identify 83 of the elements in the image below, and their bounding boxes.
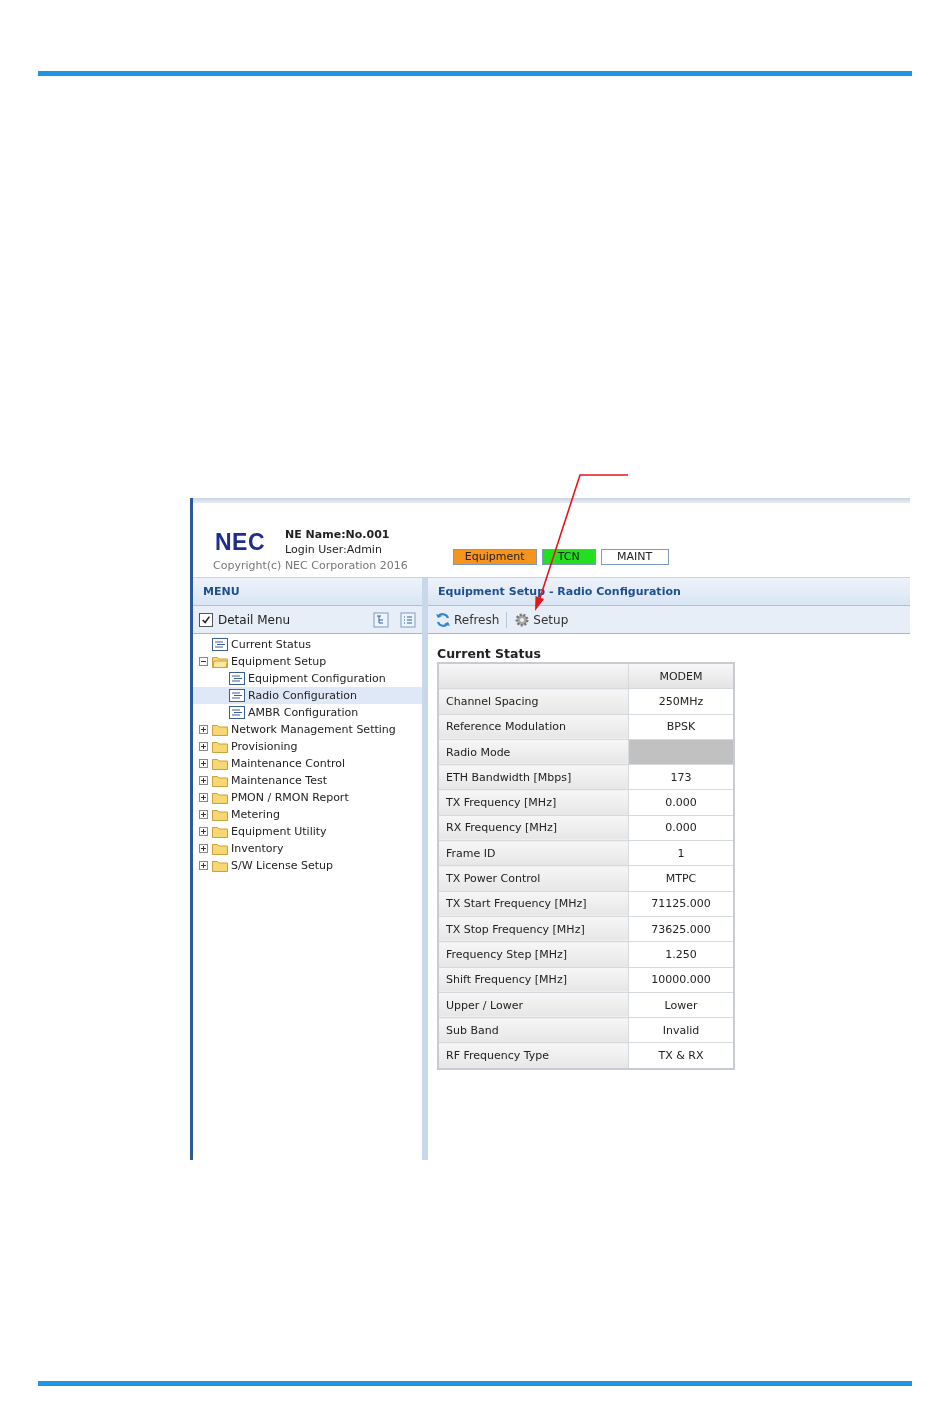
status-badge[interactable]: MAINT — [600, 549, 669, 565]
section-title: Current Status — [437, 646, 542, 661]
copyright: Copyright(c) NEC Corporation 2016 — [213, 559, 408, 572]
table-cell: 0.000 — [628, 815, 734, 841]
row-label: RX Frequency [MHz] — [438, 815, 629, 841]
expand-icon[interactable] — [199, 742, 208, 751]
tree-item[interactable]: AMBR Configuration — [193, 704, 422, 721]
tree-item[interactable]: Radio Configuration — [193, 687, 422, 704]
folder-icon — [212, 774, 228, 787]
folder-icon — [212, 825, 228, 838]
detail-menu-label: Detail Menu — [218, 612, 291, 627]
login-user: Login User:Admin — [285, 542, 383, 557]
row-label: TX Frequency [MHz] — [438, 790, 629, 816]
tree-item[interactable]: Metering — [193, 806, 422, 823]
table-cell: 1.250 — [628, 941, 734, 968]
tree-item[interactable]: Equipment Configuration — [193, 670, 422, 687]
document-icon — [229, 706, 245, 719]
expand-icon[interactable] — [199, 810, 208, 819]
table-cell: 250MHz — [628, 688, 734, 715]
folder-icon — [212, 740, 228, 753]
tree-item[interactable]: Provisioning — [193, 738, 422, 755]
expand-icon[interactable] — [199, 759, 208, 768]
table-cell: 73625.000 — [628, 916, 734, 942]
row-label: TX Stop Frequency [MHz] — [438, 916, 629, 942]
gear-icon — [514, 611, 531, 628]
tree-item[interactable]: Maintenance Control — [193, 755, 422, 772]
table-cell: MTPC — [628, 865, 734, 892]
row-label: TX Power Control — [438, 865, 629, 892]
column-header: MODEM — [628, 663, 734, 689]
tree-item[interactable]: S/W License Setup — [193, 857, 422, 874]
row-label: Frequency Step [MHz] — [438, 941, 629, 968]
menu-header: MENU — [193, 578, 422, 606]
collapse-icon[interactable] — [199, 657, 208, 666]
setup-button[interactable]: Setup — [512, 611, 571, 628]
expand-icon[interactable] — [199, 725, 208, 734]
document-icon — [229, 689, 245, 702]
refresh-icon — [435, 611, 451, 628]
tree-item[interactable]: Current Status — [193, 636, 422, 653]
ne-name: NE Name:No.001 — [285, 527, 390, 542]
expand-icon[interactable] — [199, 861, 208, 870]
row-label: TX Start Frequency [MHz] — [438, 891, 629, 917]
expand-icon[interactable] — [199, 827, 208, 836]
tree-item[interactable]: Inventory — [193, 840, 422, 857]
tree-item[interactable]: Maintenance Test — [193, 772, 422, 789]
status-badge[interactable]: TCN — [541, 549, 596, 565]
folder-icon — [212, 655, 228, 668]
table-cell: 0.000 — [628, 790, 734, 816]
table-cell: TX & RX — [628, 1042, 734, 1069]
row-label: Reference Modulation — [438, 714, 629, 740]
tree-item[interactable]: PMON / RMON Report — [193, 789, 422, 806]
tree-item[interactable]: Equipment Utility — [193, 823, 422, 840]
expand-icon[interactable] — [199, 844, 208, 853]
folder-icon — [212, 842, 228, 855]
document-icon — [212, 638, 228, 651]
row-label: Channel Spacing — [438, 688, 629, 715]
table-cell: 1 — [628, 840, 734, 866]
table-cell: 10000.000 — [628, 967, 734, 993]
table-cell: Invalid — [628, 1017, 734, 1043]
row-label: RF Frequency Type — [438, 1042, 629, 1069]
row-label: Sub Band — [438, 1017, 629, 1043]
folder-icon — [212, 757, 228, 770]
folder-icon — [212, 859, 228, 872]
logo: NEC — [215, 528, 266, 556]
row-label: Radio Mode — [438, 739, 629, 765]
table-cell: BPSK — [628, 714, 734, 740]
table-cell: 71125.000 — [628, 891, 734, 917]
refresh-button[interactable]: Refresh — [433, 611, 502, 628]
row-label: Upper / Lower — [438, 992, 629, 1018]
row-label: Frame ID — [438, 840, 629, 866]
table-cell: 173 — [628, 764, 734, 790]
table-cell: Lower — [628, 992, 734, 1018]
expand-icon[interactable] — [199, 793, 208, 802]
row-label: ETH Bandwidth [Mbps] — [438, 764, 629, 790]
document-icon — [229, 672, 245, 685]
expand-icon[interactable] — [199, 776, 208, 785]
checkbox[interactable] — [199, 612, 213, 627]
status-badge[interactable]: Equipment — [452, 549, 537, 565]
row-label: Shift Frequency [MHz] — [438, 967, 629, 993]
folder-icon — [212, 723, 228, 736]
folder-icon — [212, 808, 228, 821]
folder-icon — [212, 791, 228, 804]
tree-item[interactable]: Network Management Setting — [193, 721, 422, 738]
tree-item[interactable]: Equipment Setup — [193, 653, 422, 670]
